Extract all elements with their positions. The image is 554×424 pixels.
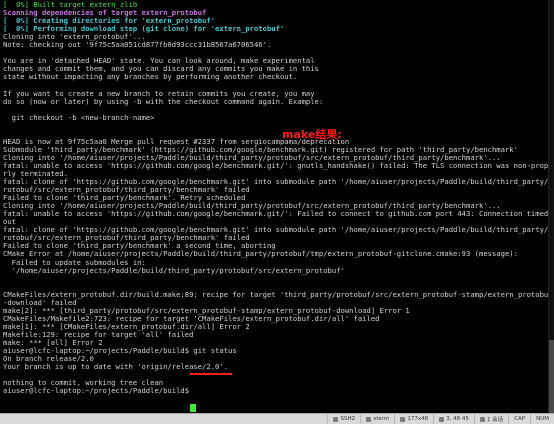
status-caps-label: CAP — [514, 416, 526, 422]
terminal-line-text: git checkout -b <new-branch-name> — [3, 112, 155, 122]
scrollbar-thumb[interactable] — [549, 340, 554, 413]
terminal-line-text: do so (now or later) by using -b with th… — [3, 96, 324, 106]
annotation-underline — [190, 373, 232, 375]
terminal-line: Your branch is up to date with 'origin/r… — [3, 363, 549, 371]
status-caps: CAP — [508, 414, 530, 424]
terminal-line: git checkout -b <new-branch-name> — [3, 112, 549, 122]
terminal-line: fatal: unable to access 'https://github.… — [3, 160, 549, 170]
status-cursor-pos-label: 3, 48 45 — [446, 416, 469, 422]
terminal-line-text: fatal: unable to access 'https://github.… — [3, 209, 549, 219]
terminal-line-text: Your branch is up to date with 'origin/r… — [3, 362, 229, 372]
session-icon — [479, 416, 485, 422]
resize-icon — [400, 416, 406, 422]
terminal-line: Note: checking out '9f75c5aa051cd877fb0d… — [3, 41, 549, 49]
terminal-line: CMakeFiles/extern_protobuf.dir/build.mak… — [3, 289, 549, 299]
status-bar: SSH2 xterm 177x48 3, 48 45 1 会话 CAP NUM — [0, 413, 554, 424]
status-num: NUM — [530, 414, 554, 424]
annotation-label: make结果: — [282, 128, 342, 141]
status-size: 177x48 — [394, 414, 433, 424]
terminal-line-text: aiuser@lcfc-laptop:~/projects/Paddle/bui… — [3, 386, 194, 396]
terminal-line: '/home/aiuser/projects/Paddle/build/thir… — [3, 265, 549, 275]
terminal-output[interactable]: [ 0%] Built target extern_zlib Scanning d… — [0, 0, 549, 413]
terminal-icon — [366, 416, 372, 422]
terminal-line: state without impacting any branches by … — [3, 73, 549, 81]
terminal-line: do so (now or later) by using -b with th… — [3, 96, 549, 106]
status-cursor-pos: 3, 48 45 — [433, 414, 474, 424]
terminal-line: aiuser@lcfc-laptop:~/projects/Paddle/bui… — [3, 387, 549, 395]
status-connection: SSH2 — [327, 414, 360, 424]
scrollbar[interactable] — [548, 0, 554, 413]
terminal-line-text: state without impacting any branches by … — [3, 72, 298, 82]
status-num-label: NUM — [536, 416, 549, 422]
status-terminal-type-label: xterm — [373, 416, 390, 422]
terminal-line-text: fatal: unable to access 'https://github.… — [3, 160, 549, 170]
lock-icon — [333, 416, 339, 422]
terminal-line-text: Note: checking out '9f75c5aa051cd877fb0d… — [3, 40, 272, 50]
status-sessions-label: 1 会话 — [486, 417, 504, 423]
status-connection-label: SSH2 — [340, 416, 356, 422]
cursor-icon — [439, 416, 445, 422]
terminal-line-text: '/home/aiuser/projects/Paddle/build/thir… — [3, 265, 345, 275]
terminal-line: fatal: unable to access 'https://github.… — [3, 210, 549, 218]
status-terminal-type: xterm — [360, 414, 394, 424]
status-size-label: 177x48 — [407, 416, 429, 422]
terminal-cursor — [190, 404, 196, 412]
terminal-line-text: CMakeFiles/extern_protobuf.dir/build.mak… — [3, 289, 549, 299]
status-sessions: 1 会话 — [473, 414, 508, 424]
